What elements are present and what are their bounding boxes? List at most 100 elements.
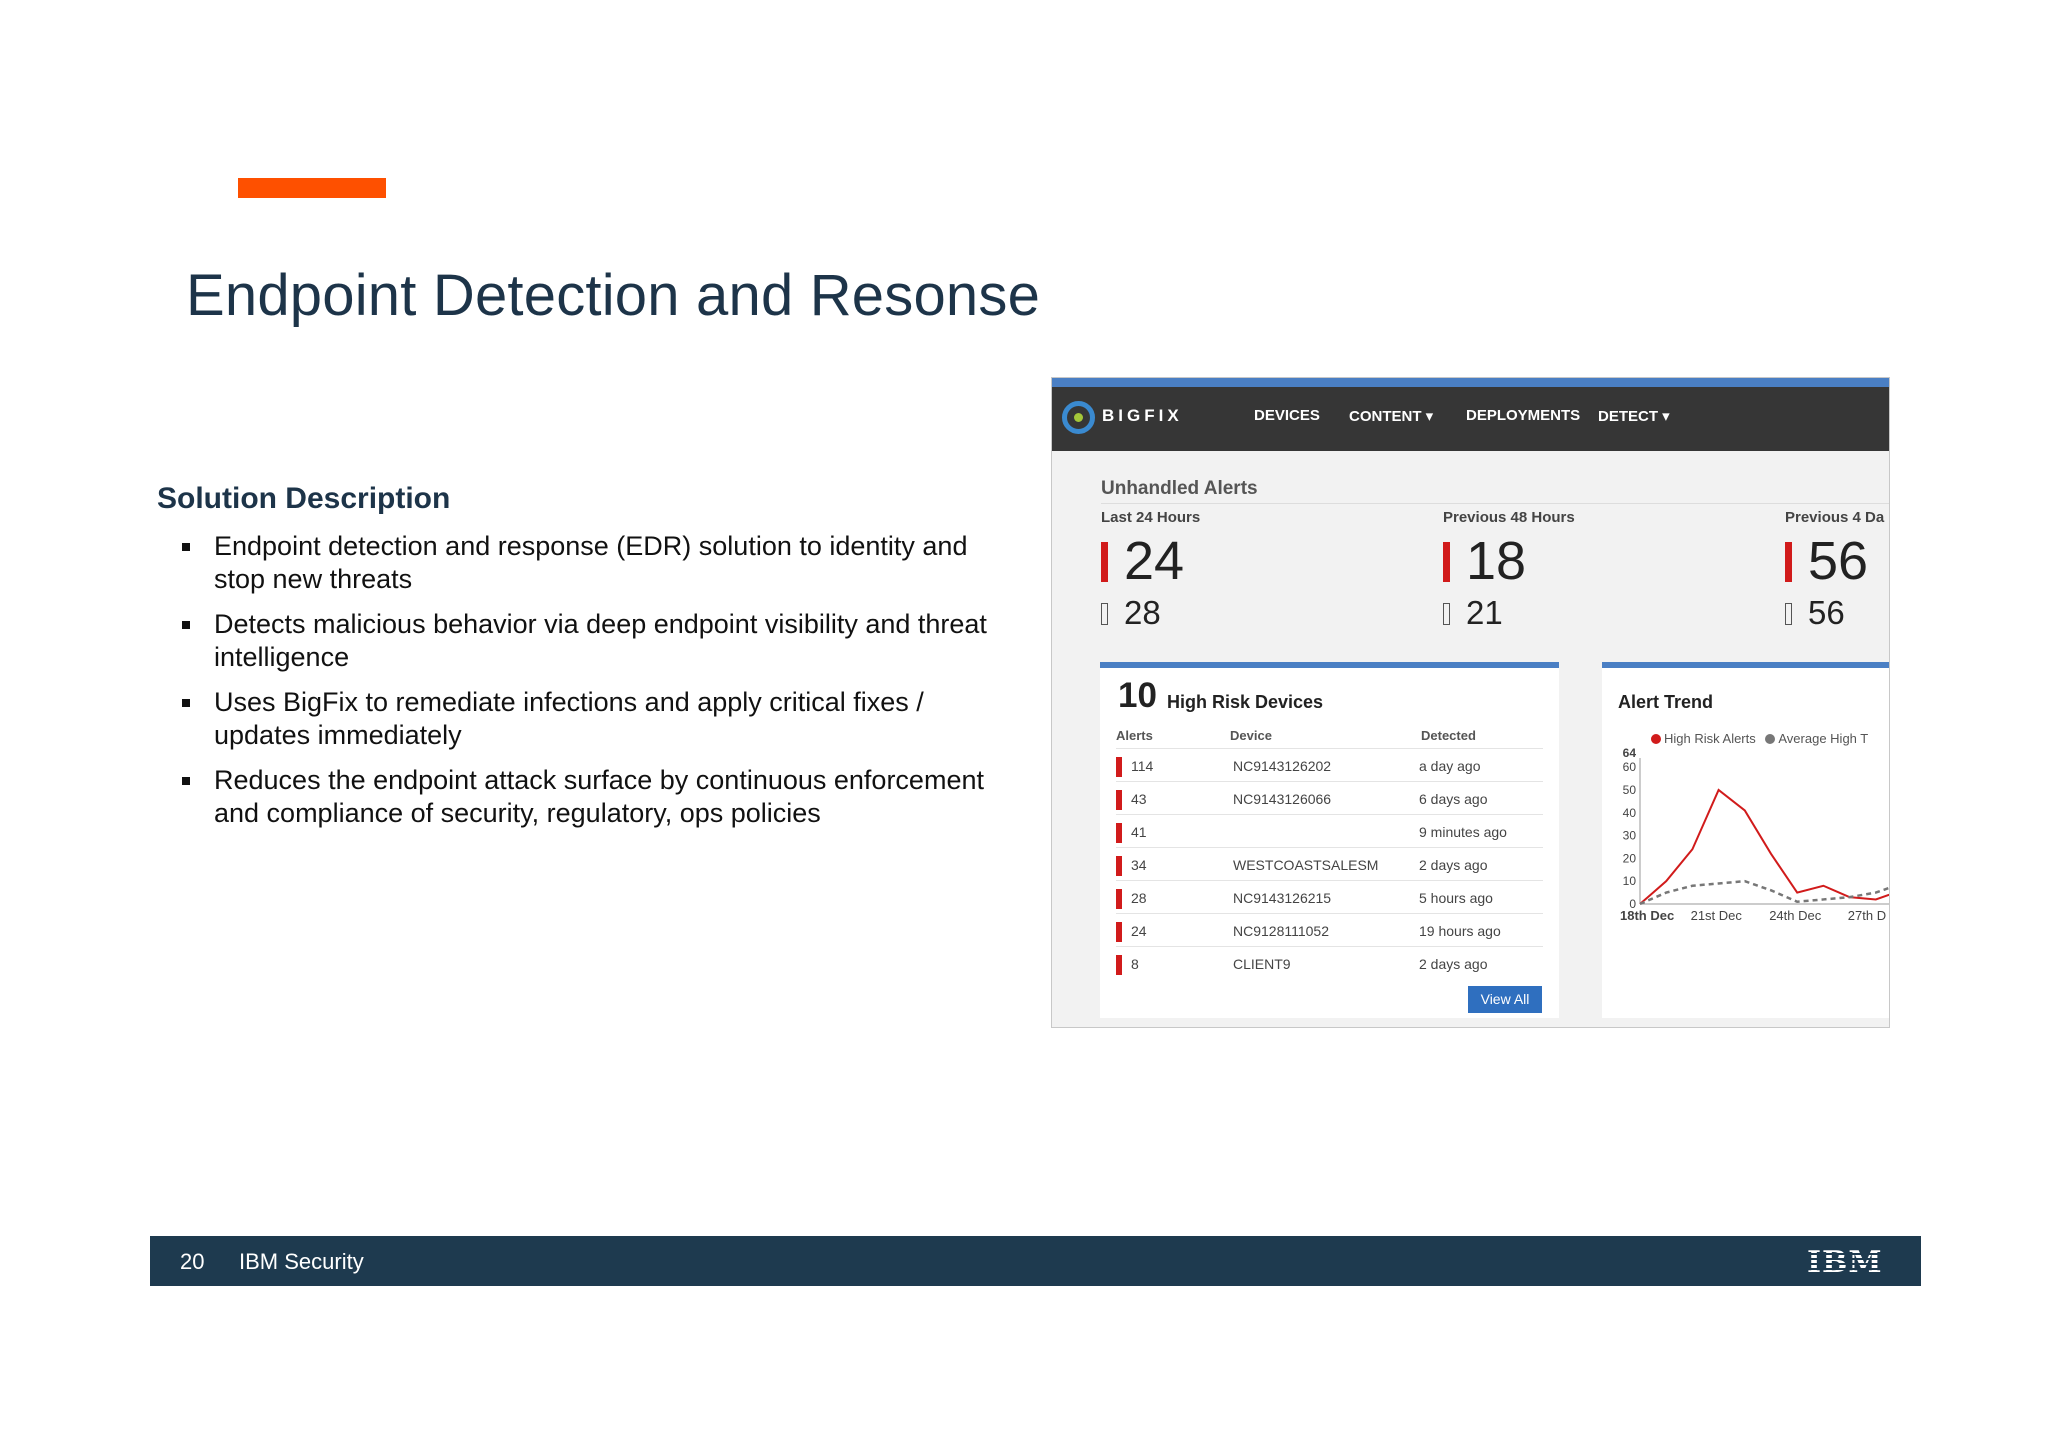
legend-high-dot-icon: [1651, 734, 1661, 744]
high-risk-marker-icon: [1443, 542, 1450, 582]
section-heading: Solution Description: [157, 482, 451, 515]
y-tick-label: 60: [1623, 760, 1637, 774]
alert-marker-icon: [1116, 889, 1122, 909]
table-row[interactable]: 43 NC9143126066 6 days ago: [1116, 781, 1543, 814]
bullet-item: Reduces the endpoint attack surface by c…: [157, 764, 1007, 830]
legend-high-label[interactable]: High Risk Alerts: [1664, 731, 1756, 746]
other-alert-count: 56: [1808, 594, 1845, 631]
high-count: 18: [1443, 531, 1575, 592]
page-number: 20: [180, 1249, 205, 1274]
other-marker-icon: [1101, 603, 1108, 625]
view-all-button[interactable]: View All: [1468, 986, 1542, 1013]
detected-cell: 2 days ago: [1419, 857, 1488, 873]
unhandled-alerts-title: Unhandled Alerts: [1101, 478, 1258, 499]
other-marker-icon: [1443, 603, 1450, 625]
table-row[interactable]: 28 NC9143126215 5 hours ago: [1116, 880, 1543, 913]
other-count: 56: [1785, 594, 1884, 634]
other-alert-count: 21: [1466, 594, 1503, 631]
device-cell[interactable]: CLIENT9: [1233, 956, 1291, 972]
slide-title: Endpoint Detection and Resonse: [186, 263, 1041, 328]
legend-avg-label[interactable]: Average High T: [1778, 731, 1868, 746]
bullet-text: Uses BigFix to remediate infections and …: [214, 687, 924, 750]
high-risk-count: 24: [1124, 531, 1185, 591]
alerts-cell: 114: [1131, 758, 1154, 774]
legend-avg-dot-icon: [1765, 734, 1776, 744]
column-label: Previous 48 Hours: [1443, 509, 1575, 526]
bullet-item: Uses BigFix to remediate infections and …: [157, 686, 1007, 752]
footer-brand: IBM Security: [239, 1249, 364, 1274]
column-header-device[interactable]: Device: [1230, 728, 1272, 743]
alerts-cell: 28: [1131, 890, 1147, 906]
detected-cell: 2 days ago: [1419, 956, 1488, 972]
nav-detect[interactable]: DETECT ▾: [1598, 407, 1670, 425]
bullet-icon: [182, 777, 190, 785]
alerts-cell: 34: [1131, 857, 1147, 873]
alert-marker-icon: [1116, 856, 1122, 876]
other-alert-count: 28: [1124, 594, 1161, 631]
top-nav: BIGFIX DEVICES CONTENT ▾ DEPLOYMENTS DET…: [1052, 378, 1889, 451]
detected-cell: a day ago: [1419, 758, 1481, 774]
alert-marker-icon: [1116, 790, 1122, 810]
column-header-alerts[interactable]: Alerts: [1116, 728, 1153, 743]
alert-marker-icon: [1116, 757, 1122, 777]
detected-cell: 19 hours ago: [1419, 923, 1501, 939]
high-count: 56: [1785, 531, 1884, 592]
device-cell[interactable]: NC9128111052: [1233, 923, 1329, 939]
bullet-icon: [182, 699, 190, 707]
alerts-column: Previous 48 Hours 18 21: [1443, 509, 1575, 634]
y-tick-label: 30: [1623, 829, 1637, 843]
high-risk-device-count: 10: [1118, 676, 1157, 715]
bullet-item: Endpoint detection and response (EDR) so…: [157, 530, 1007, 596]
series-high-risk-line: [1639, 788, 1889, 905]
detected-cell: 5 hours ago: [1419, 890, 1493, 906]
y-tick-label: 20: [1623, 851, 1637, 865]
divider: [1101, 503, 1889, 504]
footer-bar: 20 IBM Security IBM: [150, 1236, 1921, 1286]
nav-deployments[interactable]: DEPLOYMENTS: [1466, 407, 1580, 424]
y-tick-label: 50: [1623, 783, 1637, 797]
x-tick-label: 27th D: [1848, 908, 1886, 923]
alerts-cell: 41: [1131, 824, 1147, 840]
bigfix-logo-icon: [1062, 401, 1095, 434]
other-count: 28: [1101, 594, 1200, 634]
device-cell[interactable]: NC9143126215: [1233, 890, 1331, 906]
other-marker-icon: [1785, 603, 1792, 625]
column-label: Previous 4 Da: [1785, 509, 1885, 526]
high-risk-devices-panel: 10 High Risk Devices Alerts Device Detec…: [1100, 662, 1559, 1018]
alert-marker-icon: [1116, 823, 1122, 843]
accent-bar: [238, 178, 386, 198]
y-tick-label: 40: [1623, 806, 1637, 820]
alert-marker-icon: [1116, 955, 1122, 975]
bullet-text: Reduces the endpoint attack surface by c…: [214, 765, 984, 828]
device-cell[interactable]: WESTCOASTSALESM: [1233, 857, 1378, 873]
table-row[interactable]: 114 NC9143126202 a day ago: [1116, 748, 1543, 781]
high-risk-marker-icon: [1101, 542, 1108, 582]
column-header-detected[interactable]: Detected: [1421, 728, 1476, 743]
alerts-column: Last 24 Hours 24 28: [1101, 509, 1200, 634]
table-row[interactable]: 24 NC9128111052 19 hours ago: [1116, 913, 1543, 946]
alert-trend-panel: Alert Trend High Risk Alerts Average Hig…: [1602, 662, 1889, 1018]
high-risk-count: 56: [1808, 531, 1869, 591]
nav-content[interactable]: CONTENT ▾: [1349, 407, 1433, 425]
detected-cell: 6 days ago: [1419, 791, 1488, 807]
column-label: Last 24 Hours: [1101, 509, 1201, 526]
chart-legend: High Risk Alerts Average High T: [1651, 731, 1868, 746]
bigfix-logo-text: BIGFIX: [1102, 406, 1183, 425]
high-risk-devices-title: High Risk Devices: [1167, 692, 1324, 712]
y-tick-label: 10: [1623, 874, 1637, 888]
table-row[interactable]: 41 9 minutes ago: [1116, 814, 1543, 847]
table-row[interactable]: 34 WESTCOASTSALESM 2 days ago: [1116, 847, 1543, 880]
device-cell[interactable]: NC9143126066: [1233, 791, 1331, 807]
high-risk-marker-icon: [1785, 542, 1792, 582]
series-average-line: [1639, 879, 1889, 906]
bullet-icon: [182, 543, 190, 551]
high-count: 24: [1101, 531, 1200, 592]
bullet-item: Detects malicious behavior via deep endp…: [157, 608, 1007, 674]
alerts-cell: 24: [1131, 923, 1147, 939]
detected-cell: 9 minutes ago: [1419, 824, 1507, 840]
nav-devices[interactable]: DEVICES: [1254, 407, 1320, 424]
table-row[interactable]: 8 CLIENT9 2 days ago: [1116, 946, 1543, 979]
bullet-icon: [182, 621, 190, 629]
bullet-list: Endpoint detection and response (EDR) so…: [157, 530, 1007, 830]
device-cell[interactable]: NC9143126202: [1233, 758, 1331, 774]
